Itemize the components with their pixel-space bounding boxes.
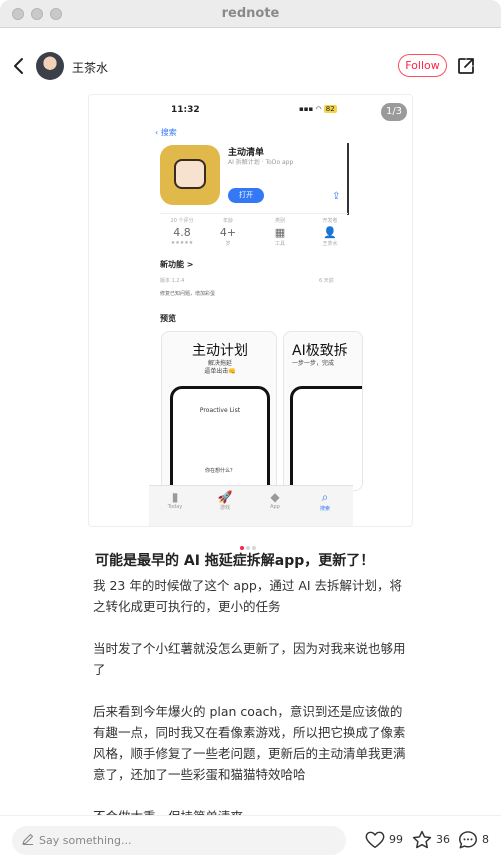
phone-mockup-2 [290, 386, 362, 490]
star-icon [412, 830, 432, 849]
comment-placeholder: Say something... [39, 834, 132, 847]
stat-developer: 开发者 👤 王茶水 [322, 218, 338, 247]
post-title: 可能是最早的 AI 拖延症拆解app，更新了！ [95, 553, 375, 569]
app-icon [160, 145, 220, 205]
update-age: 6 天前 [319, 278, 334, 284]
search-icon: ⌕ [321, 490, 329, 504]
preview-1-title: 主动计划 [192, 343, 248, 359]
release-notes: 修复已知问题，增加彩蛋 [160, 291, 216, 297]
preview-card-1: 主动计划 解决拖延 逼单出击👊 Proactive List 你在想什么？ [161, 331, 277, 491]
action-bar: Say something... 99 36 8 [0, 815, 501, 859]
status-indicators: ▪▪▪ ◠ 82 [299, 105, 337, 113]
collect-button[interactable]: 36 [411, 829, 453, 851]
post-body: 我 23 年的时候做了这个 app，通过 AI 去拆解计划，将之转化成更可执行的… [93, 575, 413, 827]
back-arrow-icon[interactable] [12, 56, 26, 76]
tab-apps: ◆ App [255, 490, 295, 510]
stat-category: 类别 ▦ 工具 [274, 218, 286, 247]
like-button[interactable]: 99 [364, 829, 406, 851]
comment-button[interactable]: 8 [457, 829, 493, 851]
stat-age: 年龄 4+ 岁 [219, 218, 237, 247]
battery-badge: 82 [323, 105, 337, 113]
layers-icon: ◆ [270, 490, 280, 504]
tab-today: ▮ Today [155, 490, 195, 510]
author-name[interactable]: 王茶水 [72, 59, 108, 76]
author-avatar[interactable] [36, 52, 64, 80]
share-icon[interactable] [456, 56, 476, 76]
phone-mockup: Proactive List 你在想什么？ [170, 386, 270, 490]
today-icon: ▮ [171, 490, 179, 504]
follow-button[interactable]: Follow [398, 54, 447, 77]
window-titlebar: rednote [0, 0, 501, 28]
post-header: 王茶水 Follow [0, 44, 501, 88]
post-paragraph: 我 23 年的时候做了这个 app，通过 AI 去拆解计划，将之转化成更可执行的… [93, 578, 403, 614]
screenshot-scrollbar [347, 143, 349, 215]
comment-bubble-icon [459, 831, 477, 849]
store-back-link: ‹ 搜索 [155, 128, 177, 137]
like-count: 99 [389, 833, 403, 846]
app-subtitle: AI 拆解计划 · ToDo app [228, 159, 294, 166]
heart-icon [365, 831, 385, 849]
comment-input[interactable]: Say something... [12, 826, 346, 855]
comment-count: 8 [482, 833, 489, 846]
open-app-button: 打开 [228, 188, 264, 203]
store-tabbar: ▮ Today 🚀 游戏 ◆ App ⌕ 搜索 [149, 485, 353, 526]
window-title: rednote [221, 6, 280, 21]
post-paragraph: 后来看到今年爆火的 plan coach，意识到还是应该做的有趣一点，同时我又在… [93, 704, 406, 782]
preview-2-subtitle: 一步一步，完成 [292, 360, 335, 367]
app-store-screenshot: 11:32 ▪▪▪ ◠ 82 ‹ 搜索 主动清单 AI 拆解计划 · ToDo … [149, 95, 363, 526]
image-counter: 1/3 [381, 103, 407, 121]
preview-2-title: AI极致拆 [292, 343, 348, 359]
collect-count: 36 [436, 833, 450, 846]
divider [160, 213, 348, 214]
post-image-carousel[interactable]: 11:32 ▪▪▪ ◠ 82 ‹ 搜索 主动清单 AI 拆解计划 · ToDo … [88, 94, 413, 527]
stat-rating: 20 个评分 4.8 ★★★★★ [170, 218, 194, 246]
preview-heading: 预览 [160, 314, 176, 323]
post-paragraph: 当时发了个小红薯就没怎么更新了，因为对我来说也够用了 [93, 641, 406, 677]
phone-question: 你在想什么？ [204, 468, 235, 474]
preview-1-subtitle: 解决拖延 逼单出击👊 [204, 360, 236, 375]
pencil-icon [22, 833, 34, 846]
tab-search: ⌕ 搜索 [305, 490, 345, 512]
version-text: 版本 1.2.4 [160, 278, 185, 284]
phone-app-title: Proactive List [199, 407, 241, 414]
carousel-dots[interactable] [240, 535, 260, 550]
share-upload-icon: ⇪ [332, 191, 341, 202]
preview-card-2: AI极致拆 一步一步，完成 [283, 331, 363, 491]
whats-new-heading: 新功能 > [160, 260, 194, 269]
rocket-icon: 🚀 [217, 490, 233, 504]
status-time: 11:32 [171, 105, 200, 115]
fist-icon [174, 159, 206, 189]
tab-games: 🚀 游戏 [205, 490, 245, 511]
